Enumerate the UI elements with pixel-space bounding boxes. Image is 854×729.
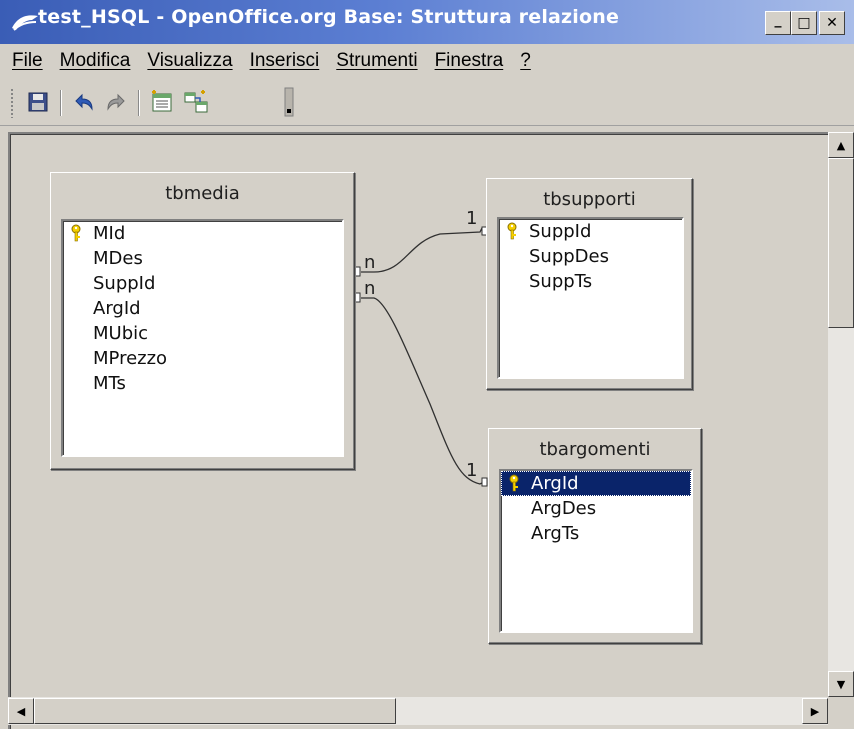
- field-item[interactable]: ArgId: [63, 296, 342, 321]
- field-item[interactable]: ArgTs: [501, 521, 691, 546]
- undo-icon: [75, 93, 93, 111]
- title-bar: test_HSQL - OpenOffice.org Base: Struttu…: [0, 0, 854, 44]
- redo-icon: [107, 93, 125, 111]
- minimize-icon: _: [774, 12, 782, 28]
- field-item[interactable]: SuppDes: [499, 244, 682, 269]
- field-list[interactable]: MId MDes SuppId ArgId MUbic MPrezzo MTs: [61, 219, 344, 457]
- minimize-button[interactable]: _: [765, 11, 791, 35]
- close-icon: ✕: [826, 15, 838, 31]
- arrow-right-icon: ▶: [810, 704, 820, 718]
- menu-inserisci[interactable]: Inserisci: [250, 50, 320, 72]
- vertical-scrollbar[interactable]: ▲ ▼: [828, 132, 854, 697]
- arrow-up-icon: ▲: [836, 138, 846, 152]
- table-window-tbsupporti[interactable]: tbsupporti SuppId SuppDes SuppTs: [486, 178, 693, 390]
- add-tables-icon: [184, 90, 208, 113]
- horizontal-scroll-thumb[interactable]: [34, 698, 396, 724]
- scroll-down-button[interactable]: ▼: [828, 671, 854, 697]
- maximize-icon: □: [797, 15, 811, 31]
- undo-button[interactable]: [68, 86, 100, 118]
- cardinality-label: n: [364, 252, 376, 273]
- table-title[interactable]: tbargomenti: [489, 439, 701, 460]
- table-title[interactable]: tbsupporti: [487, 189, 692, 210]
- toolbar-overflow-button[interactable]: [282, 86, 296, 118]
- toolbar: [0, 80, 854, 126]
- add-tables-button[interactable]: [180, 86, 212, 118]
- field-item[interactable]: ArgDes: [501, 496, 691, 521]
- menu-strumenti[interactable]: Strumenti: [336, 50, 417, 72]
- horizontal-scrollbar[interactable]: ◀ ▶: [8, 697, 828, 725]
- redo-button[interactable]: [100, 86, 132, 118]
- new-relation-button[interactable]: [146, 86, 178, 118]
- window-title: test_HSQL - OpenOffice.org Base: Struttu…: [38, 6, 620, 28]
- close-button[interactable]: ✕: [819, 11, 845, 35]
- maximize-button[interactable]: □: [791, 11, 817, 35]
- key-icon: [71, 224, 81, 242]
- cardinality-label: n: [364, 278, 376, 299]
- field-item[interactable]: SuppId: [63, 271, 342, 296]
- table-title[interactable]: tbmedia: [51, 183, 354, 204]
- field-item-selected[interactable]: ArgId: [501, 471, 691, 496]
- menu-bar: File Modifica Visualizza Inserisci Strum…: [0, 44, 854, 78]
- app-icon: [12, 15, 38, 31]
- menu-finestra[interactable]: Finestra: [435, 50, 504, 72]
- scroll-right-button[interactable]: ▶: [802, 698, 828, 724]
- field-item[interactable]: MUbic: [63, 321, 342, 346]
- relation-design-canvas[interactable]: n 1 n 1 tbmedia MId MDes SuppId ArgId MU…: [8, 132, 854, 729]
- table-window-tbargomenti[interactable]: tbargomenti ArgId ArgDes ArgTs: [488, 428, 702, 644]
- key-icon: [509, 474, 519, 492]
- field-item[interactable]: MPrezzo: [63, 346, 342, 371]
- field-item[interactable]: MDes: [63, 246, 342, 271]
- field-list[interactable]: ArgId ArgDes ArgTs: [499, 469, 693, 633]
- field-item[interactable]: SuppId: [499, 219, 682, 244]
- menu-help[interactable]: ?: [520, 50, 531, 72]
- scrollbar-corner: [828, 697, 854, 725]
- toolbar-grip[interactable]: [10, 88, 14, 118]
- cardinality-label: 1: [466, 208, 478, 229]
- new-relation-icon: [152, 90, 172, 112]
- menu-file[interactable]: File: [12, 50, 43, 72]
- arrow-left-icon: ◀: [16, 704, 26, 718]
- field-item[interactable]: MTs: [63, 371, 342, 396]
- field-item[interactable]: MId: [63, 221, 342, 246]
- vertical-scroll-thumb[interactable]: [828, 158, 854, 328]
- field-item[interactable]: SuppTs: [499, 269, 682, 294]
- save-icon: [28, 92, 48, 112]
- arrow-down-icon: ▼: [836, 677, 846, 691]
- key-icon: [507, 222, 517, 240]
- cardinality-label: 1: [466, 460, 478, 481]
- relation-tbmedia-tbargomenti[interactable]: [352, 292, 488, 487]
- menu-modifica[interactable]: Modifica: [60, 50, 131, 72]
- scroll-up-button[interactable]: ▲: [828, 132, 854, 158]
- scroll-left-button[interactable]: ◀: [8, 698, 34, 724]
- menu-visualizza[interactable]: Visualizza: [147, 50, 232, 72]
- field-list[interactable]: SuppId SuppDes SuppTs: [497, 217, 684, 379]
- save-button[interactable]: [22, 86, 54, 118]
- table-window-tbmedia[interactable]: tbmedia MId MDes SuppId ArgId MUbic MPre…: [50, 172, 355, 470]
- toolbar-overflow-icon: [284, 87, 294, 117]
